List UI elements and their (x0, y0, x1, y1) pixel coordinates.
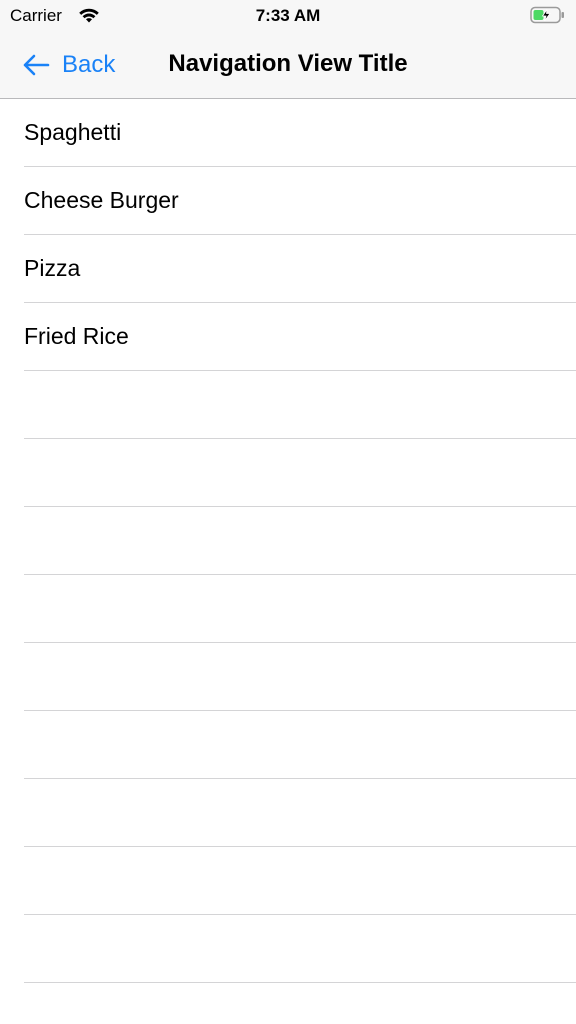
empty-list-row (0, 711, 576, 779)
battery-charging-icon (530, 6, 564, 24)
list-item-label: Fried Rice (24, 323, 129, 349)
navigation-bar: Back Navigation View Title (0, 32, 576, 99)
empty-list-row (0, 507, 576, 575)
empty-list-row (0, 915, 576, 983)
empty-list-row (0, 575, 576, 643)
row-separator (24, 982, 576, 983)
list-item[interactable]: Fried Rice (0, 303, 576, 371)
list-item[interactable]: Pizza (0, 235, 576, 303)
empty-list-row (0, 371, 576, 439)
screen: Carrier 7:33 AM Back Navigation View Tit… (0, 0, 576, 1024)
empty-list-row (0, 439, 576, 507)
empty-list-row (0, 847, 576, 915)
status-bar: Carrier 7:33 AM (0, 0, 576, 32)
list-item-label: Cheese Burger (24, 187, 179, 213)
food-list: Spaghetti Cheese Burger Pizza Fried Rice (0, 99, 576, 983)
list-item-label: Pizza (24, 255, 81, 281)
list-item[interactable]: Cheese Burger (0, 167, 576, 235)
list-item-label: Spaghetti (24, 119, 122, 145)
status-time: 7:33 AM (255, 6, 321, 25)
list-item[interactable]: Spaghetti (0, 99, 576, 167)
empty-list-row (0, 779, 576, 847)
nav-title: Navigation View Title (168, 50, 408, 77)
empty-list-row (0, 643, 576, 711)
